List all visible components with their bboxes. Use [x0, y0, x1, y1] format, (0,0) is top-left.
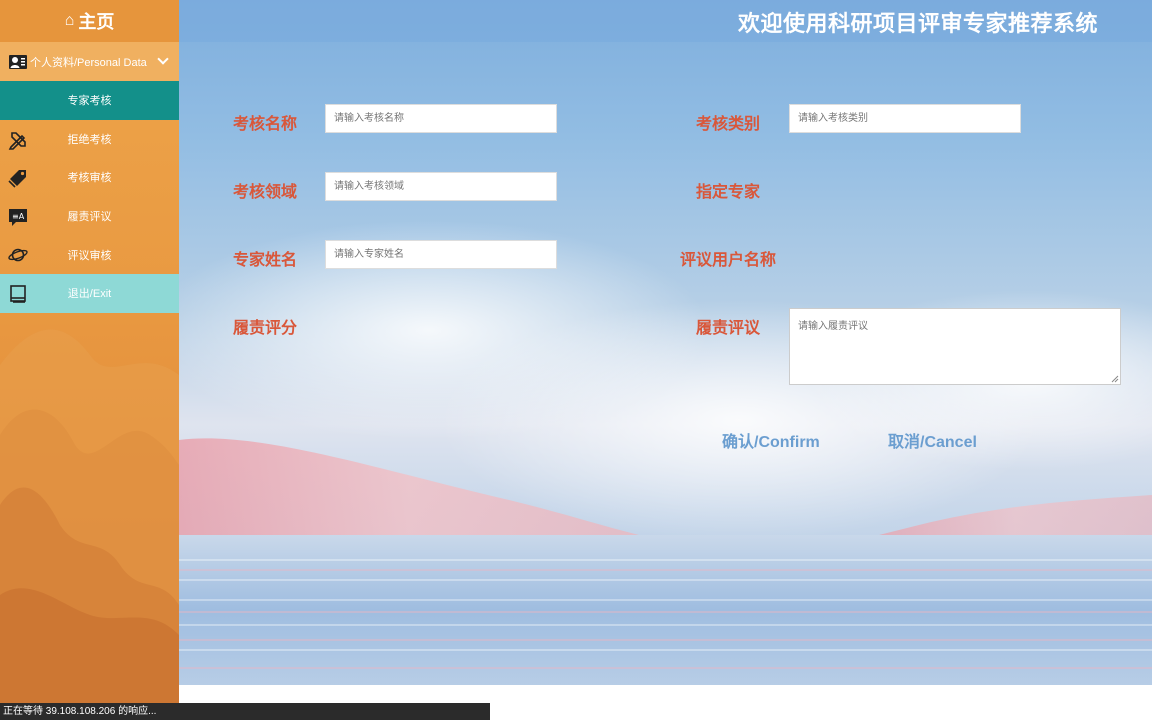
assessment-field-input[interactable] — [325, 172, 557, 201]
confirm-button[interactable]: 确认/Confirm — [722, 428, 820, 452]
planet-icon — [8, 249, 28, 262]
sidebar-item-review-audit[interactable]: 评议审核 — [0, 235, 179, 274]
expert-name-label: 专家姓名 — [233, 252, 298, 269]
assigned-expert-label: 指定专家 — [696, 184, 761, 201]
assessment-type-label: 考核类别 — [696, 116, 761, 133]
top-header-bar: 欢迎使用科研项目评审专家推荐系统 — [179, 0, 1152, 42]
sidebar-item-reject-assessment[interactable]: 拒绝考核 — [0, 120, 179, 159]
sidebar-item-exit[interactable]: 退出/Exit — [0, 273, 179, 313]
main-content: 欢迎使用科研项目评审专家推荐系统 考核名称 考核类别 考核领域 指定专家 专家姓… — [179, 0, 1152, 685]
cancel-button[interactable]: 取消/Cancel — [888, 428, 977, 452]
translate-chat-icon: ≡A — [9, 208, 27, 226]
user-card-icon — [9, 54, 27, 69]
sidebar-item-label: 专家考核 — [67, 95, 112, 108]
personal-data-label: 个人资料/Personal Data — [30, 56, 147, 69]
home-label: 主页 — [78, 12, 115, 32]
assessment-name-label: 考核名称 — [233, 116, 298, 133]
browser-status-bar: 正在等待 39.108.108.206 的响应... — [0, 703, 490, 720]
expert-name-input[interactable] — [325, 240, 557, 269]
sidebar-item-duty-review[interactable]: ≡A 履责评议 — [0, 197, 179, 236]
duty-review-label: 履责评议 — [696, 320, 761, 337]
page-title: 欢迎使用科研项目评审专家推荐系统 — [737, 11, 1098, 36]
assessment-field-label: 考核领域 — [233, 184, 298, 201]
assessment-name-input[interactable] — [325, 104, 557, 133]
assessment-type-input[interactable] — [789, 104, 1021, 133]
sidebar: ⌂ 主页 个人资料/Personal Data 专家考核 拒绝考核 考核审核 ≡… — [0, 0, 179, 705]
home-icon: ⌂ — [64, 12, 75, 29]
book-icon — [10, 285, 26, 303]
sidebar-item-assessment-review[interactable]: 考核审核 — [0, 158, 179, 197]
tag-icon — [8, 170, 26, 188]
chevron-down-icon — [157, 53, 169, 65]
sidebar-item-expert-assessment[interactable]: 专家考核 — [0, 81, 179, 120]
duty-review-textarea[interactable] — [789, 308, 1121, 385]
svg-text:≡A: ≡A — [12, 212, 25, 221]
mountain-background — [0, 329, 179, 705]
duty-score-label: 履责评分 — [233, 320, 298, 337]
home-link[interactable]: ⌂ 主页 — [0, 0, 179, 42]
resize-grip-icon[interactable] — [1111, 375, 1119, 383]
review-username-label: 评议用户名称 — [680, 252, 777, 269]
pencil-ruler-icon — [8, 131, 26, 150]
personal-data-menu[interactable]: 个人资料/Personal Data — [0, 42, 179, 81]
